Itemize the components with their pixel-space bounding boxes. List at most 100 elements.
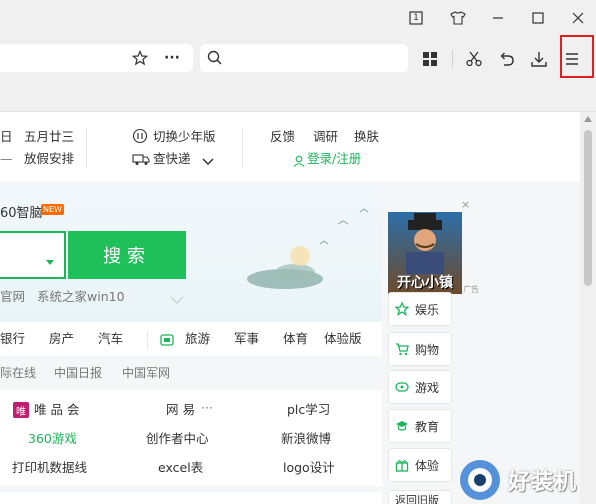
scissors-icon[interactable] [463, 48, 485, 70]
side-menu-label: 娱乐 [415, 302, 440, 317]
undo-icon[interactable] [496, 48, 518, 70]
game-ad[interactable]: 开心小镇 [388, 212, 462, 294]
apps-grid-icon[interactable] [419, 48, 441, 70]
scroll-thumb[interactable] [584, 130, 592, 286]
site-link[interactable]: 网 易 [166, 402, 195, 418]
shirt-icon[interactable] [446, 6, 470, 30]
tab-count-label: 1 [413, 13, 419, 23]
truck-icon [132, 151, 150, 170]
side-menu-label: 游戏 [415, 380, 440, 395]
cart-icon [396, 343, 409, 356]
watermark-text: 好装机 [508, 470, 578, 495]
date-text: 日 [0, 129, 13, 144]
login-link[interactable]: 登录/注册 [307, 151, 361, 167]
category-link[interactable]: 汽车 [98, 331, 123, 347]
category-nav: 银行 房产 汽车 旅游 军事 体育 体验版 [0, 322, 382, 356]
star-icon [395, 302, 409, 316]
more-icon[interactable]: ··· [201, 400, 213, 416]
site-link[interactable]: 唯 品 会 [34, 402, 79, 418]
search-box[interactable] [200, 44, 408, 72]
maximize-icon[interactable] [526, 6, 550, 30]
site-link[interactable]: 360游戏 [28, 431, 77, 447]
news-link[interactable]: 中国日报 [54, 365, 102, 381]
ad-close-icon[interactable]: × [461, 198, 470, 211]
date-dash: — [0, 151, 13, 166]
address-bar[interactable]: ··· [0, 44, 193, 72]
hint-link[interactable]: 官网 [0, 289, 25, 305]
news-link[interactable]: 中国军网 [122, 365, 170, 381]
gift-icon [395, 460, 409, 472]
category-link[interactable]: 旅游 [185, 331, 210, 347]
star-icon[interactable] [130, 48, 150, 68]
new-badge: NEW [41, 204, 64, 215]
site-grid: 唯 唯 品 会 网 易 ··· plc学习 360游戏 创作者中心 新浪微博 打… [0, 390, 382, 486]
landscape-illustration [247, 208, 369, 289]
feedback-link[interactable]: 反馈 [270, 129, 295, 145]
ad-character-illustration [406, 213, 444, 274]
site-link[interactable]: excel表 [158, 460, 203, 476]
side-menu-games[interactable]: 游戏 [388, 370, 452, 404]
eye-logo-icon [460, 460, 500, 500]
chevron-down-icon[interactable] [202, 152, 214, 171]
chevron-down-icon[interactable] [170, 290, 184, 309]
side-menu-experience[interactable]: 体验 [388, 448, 452, 482]
site-link[interactable]: logo设计 [283, 460, 335, 476]
more-icon[interactable]: ··· [162, 48, 182, 68]
skin-link[interactable]: 换肤 [354, 129, 379, 145]
side-menu-education[interactable]: 教育 [388, 409, 452, 443]
download-icon[interactable] [528, 48, 550, 70]
site-link[interactable]: 创作者中心 [146, 431, 209, 447]
search-button[interactable]: 搜索 [68, 231, 186, 279]
divider [242, 128, 243, 168]
side-menu-label: 体验 [415, 458, 440, 473]
minimize-icon[interactable] [486, 6, 510, 30]
graduation-cap-icon [396, 421, 408, 431]
site-link[interactable]: plc学习 [287, 402, 330, 418]
ad-title: 开心小镇 [397, 275, 453, 291]
close-icon[interactable] [566, 6, 590, 30]
category-link[interactable]: 银行 [0, 331, 25, 347]
next-section [0, 492, 382, 504]
browser-toolbar: ··· [0, 36, 596, 80]
holiday-link[interactable]: 放假安排 [24, 151, 74, 167]
side-menu-entertainment[interactable]: 娱乐 [388, 292, 452, 326]
scroll-up-arrow-icon[interactable] [584, 116, 592, 122]
gamepad-icon [395, 382, 409, 392]
category-link[interactable]: 体育 [283, 331, 308, 347]
window-titlebar: 1 [0, 0, 596, 36]
caret-down-icon[interactable] [46, 251, 54, 270]
lunar-date[interactable]: 五月廿三 [24, 129, 74, 145]
divider [147, 330, 148, 348]
express-link[interactable]: 查快递 [153, 151, 191, 167]
news-link[interactable]: 际在线 [0, 365, 36, 381]
bookmark-bar [0, 80, 596, 112]
ad-tag: 广告 [463, 285, 479, 294]
side-menu-old-version[interactable]: 返回旧版 [388, 490, 452, 504]
side-menu-shopping[interactable]: 购物 [388, 332, 452, 366]
side-menu-label: 返回旧版 [395, 494, 439, 504]
menu-button-highlight [560, 35, 594, 78]
divider [86, 128, 87, 168]
vertical-scrollbar[interactable] [580, 112, 596, 504]
brand-text: 60智脑 [0, 206, 43, 221]
travel-icon [160, 332, 174, 351]
survey-link[interactable]: 调研 [313, 129, 338, 145]
site-link[interactable]: 新浪微博 [281, 431, 331, 447]
header-strip: 日 五月廿三 — 放假安排 切换少年版 查快递 反馈 调研 换肤 登录/注册 [0, 112, 580, 182]
site-link[interactable]: 打印机数据线 [12, 460, 87, 476]
watermark-logo: 好装机 [458, 450, 580, 504]
search-input[interactable] [0, 231, 66, 279]
user-icon [293, 152, 305, 171]
tab-count-icon[interactable]: 1 [404, 6, 428, 30]
search-card: 60智脑 NEW 搜索 官网 系统之家win10 [0, 184, 382, 322]
web-page: 日 五月廿三 — 放假安排 切换少年版 查快递 反馈 调研 换肤 登录/注册 6… [0, 112, 580, 504]
search-icon [206, 49, 224, 71]
category-link[interactable]: 体验版 [324, 331, 362, 347]
hint-link[interactable]: 系统之家win10 [37, 289, 125, 305]
youth-mode-link[interactable]: 切换少年版 [153, 129, 216, 145]
side-menu-label: 购物 [415, 342, 440, 357]
toolbar-divider [452, 50, 453, 68]
category-link[interactable]: 军事 [234, 331, 259, 347]
category-link[interactable]: 房产 [49, 331, 74, 347]
youth-mode-icon [132, 128, 148, 148]
